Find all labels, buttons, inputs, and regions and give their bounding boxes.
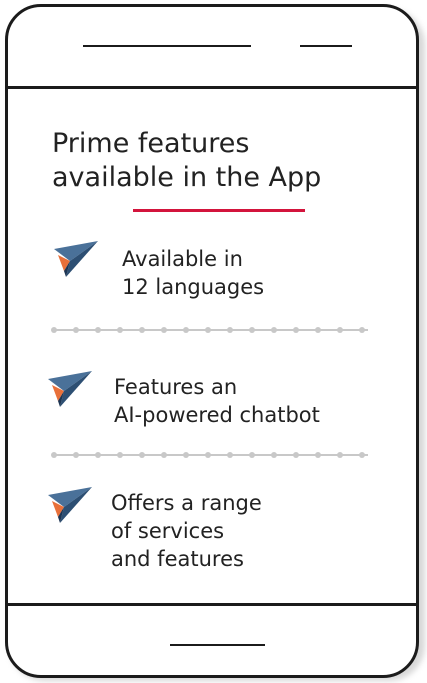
page-title: Prime features available in the App [52, 128, 322, 193]
paper-plane-icon [54, 241, 98, 277]
paper-plane-icon [48, 371, 92, 407]
title-underline [133, 209, 305, 212]
paper-plane-icon [48, 487, 92, 523]
feature-text: Offers a range of services and features [111, 491, 262, 571]
feature-text: Available in 12 languages [122, 247, 265, 299]
divider [51, 327, 368, 333]
phone-bottom-bar [8, 603, 416, 675]
divider [51, 452, 368, 458]
phone-top-bar [8, 7, 416, 89]
home-indicator[interactable] [170, 644, 265, 646]
speaker-line [83, 45, 251, 47]
feature-text: Features an AI-powered chatbot [114, 375, 320, 427]
camera-line [300, 45, 352, 47]
phone-frame: Prime features available in the App Avai… [5, 4, 419, 678]
